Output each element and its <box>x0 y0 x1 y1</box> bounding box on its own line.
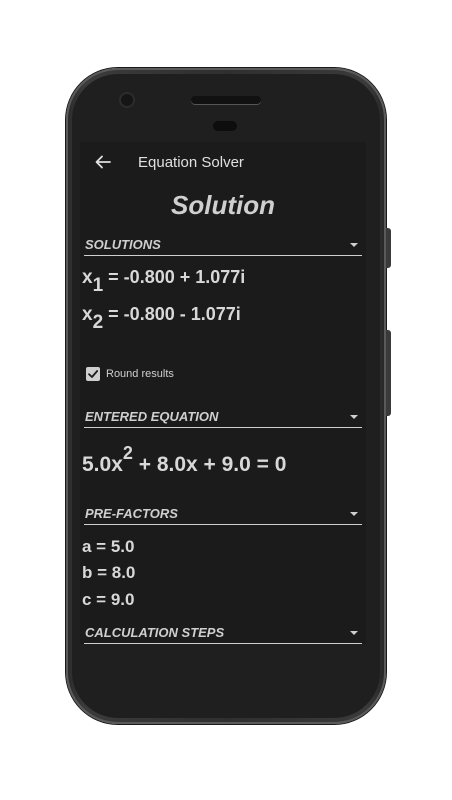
round-results-row[interactable]: Round results <box>86 367 174 381</box>
equation-part1: 5.0x <box>82 453 123 476</box>
back-arrow-icon[interactable] <box>94 153 112 171</box>
earpiece-speaker <box>191 96 261 104</box>
section-label: PRE-FACTORS <box>85 506 178 521</box>
app-bar: Equation Solver <box>80 142 366 182</box>
section-header-entered-equation[interactable]: ENTERED EQUATION <box>84 407 362 428</box>
section-label: CALCULATION STEPS <box>85 625 225 640</box>
equation-exponent: 2 <box>122 443 133 463</box>
round-results-label: Round results <box>106 368 174 380</box>
solution-var: x <box>82 267 93 288</box>
solution-x1: x1 = -0.800 + 1.077i <box>82 267 246 296</box>
section-label: ENTERED EQUATION <box>85 409 219 424</box>
solution-subscript: 2 <box>92 312 104 333</box>
front-camera <box>121 94 133 106</box>
chevron-down-icon <box>350 631 358 635</box>
chevron-down-icon <box>350 243 358 247</box>
volume-button <box>386 228 391 268</box>
solution-var: x <box>82 304 93 325</box>
section-header-solutions[interactable]: SOLUTIONS <box>84 235 362 256</box>
page-title: Solution <box>171 190 275 220</box>
section-header-pre-factors[interactable]: PRE-FACTORS <box>84 504 362 525</box>
solution-x2: x2 = -0.800 - 1.077i <box>82 304 241 333</box>
section-label: SOLUTIONS <box>85 237 161 252</box>
app-screen: Equation Solver Solution SOLUTIONS x1 = … <box>80 142 366 644</box>
chevron-down-icon <box>350 415 358 419</box>
solution-value: = -0.800 - 1.077i <box>108 304 241 324</box>
proximity-sensor <box>213 121 237 131</box>
round-results-checkbox[interactable] <box>86 367 100 381</box>
chevron-down-icon <box>350 512 358 516</box>
factor-a: a = 5.0 <box>82 537 135 556</box>
entered-equation: 5.0x2 + 8.0x + 9.0 = 0 <box>82 443 287 477</box>
equation-part2: + 8.0x + 9.0 = 0 <box>132 453 287 476</box>
section-header-calculation-steps[interactable]: CALCULATION STEPS <box>84 623 362 644</box>
solution-value: = -0.800 + 1.077i <box>108 267 246 287</box>
factor-b: b = 8.0 <box>82 563 136 582</box>
app-title: Equation Solver <box>138 154 244 171</box>
canvas: Equation Solver Solution SOLUTIONS x1 = … <box>0 0 452 800</box>
power-button <box>386 330 391 416</box>
factor-c: c = 9.0 <box>82 590 135 609</box>
solution-subscript: 1 <box>92 275 104 296</box>
